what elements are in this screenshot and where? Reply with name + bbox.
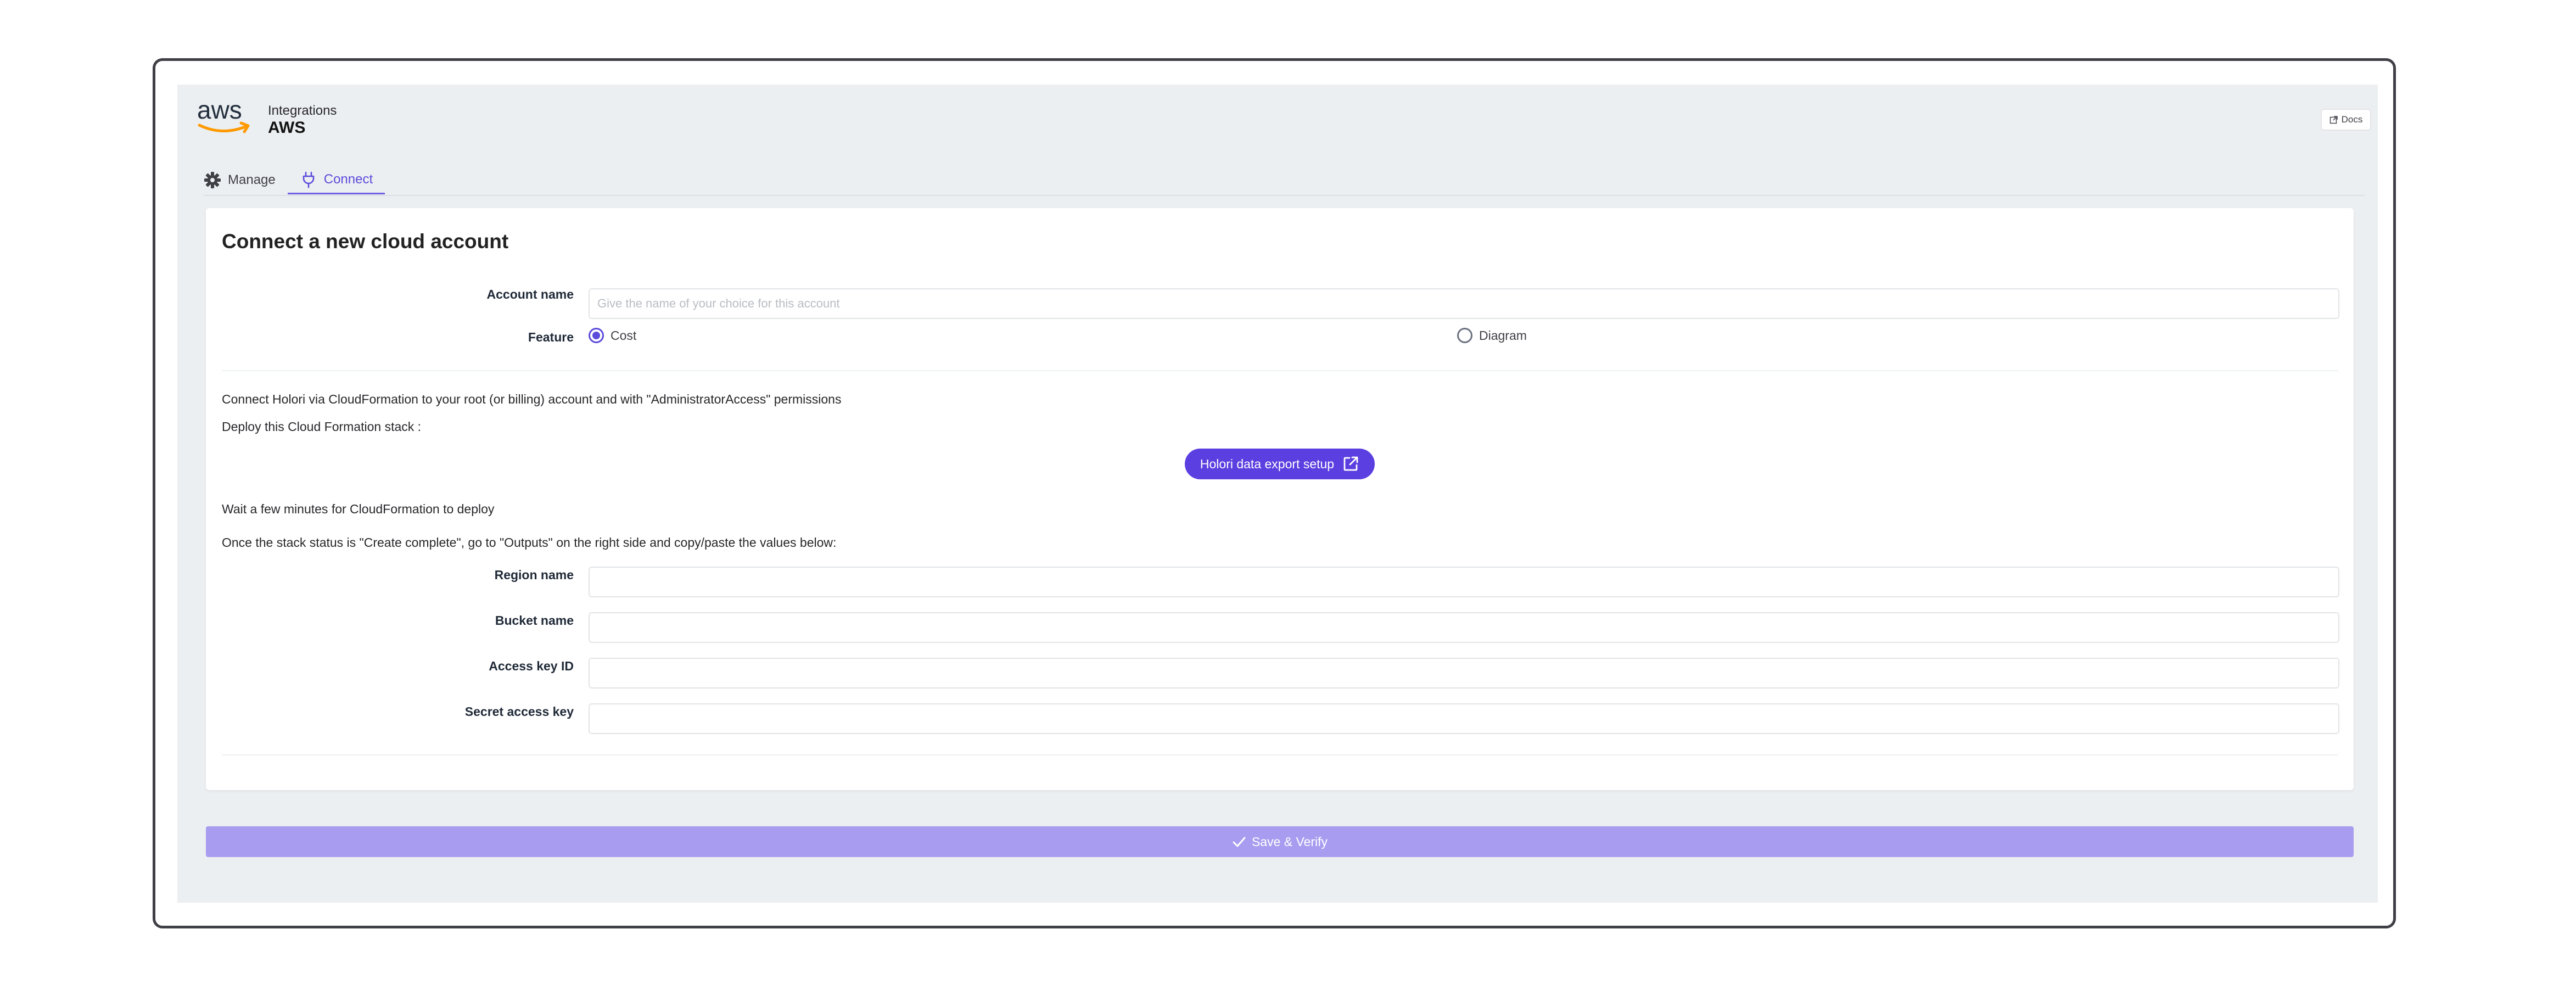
aws-logo-text: aws xyxy=(197,97,242,124)
bucket-name-label: Bucket name xyxy=(495,613,574,628)
data-export-setup-button[interactable]: Holori data export setup xyxy=(1185,449,1375,479)
secret-access-key-input[interactable] xyxy=(589,703,2339,734)
tab-connect[interactable]: Connect xyxy=(287,166,385,194)
bucket-name-input[interactable] xyxy=(589,612,2339,643)
access-key-id-label: Access key ID xyxy=(489,659,574,673)
section-divider xyxy=(222,754,2338,755)
tab-manage-label: Manage xyxy=(228,172,276,187)
docs-button[interactable]: Docs xyxy=(2321,109,2371,131)
feature-label: Feature xyxy=(528,330,574,344)
radio-circle xyxy=(1457,328,1472,343)
tab-connect-label: Connect xyxy=(323,171,373,187)
data-export-setup-label: Holori data export setup xyxy=(1200,456,1335,471)
external-link-icon xyxy=(2329,116,2338,124)
section-divider xyxy=(222,370,2338,371)
region-name-input[interactable] xyxy=(589,567,2339,597)
feature-radio-diagram-label: Diagram xyxy=(1479,328,1527,343)
feature-radio-cost[interactable]: Cost xyxy=(589,328,636,343)
connect-account-card: Connect a new cloud account Account name… xyxy=(206,208,2354,790)
instruction-wait: Wait a few minutes for CloudFormation to… xyxy=(222,502,495,516)
tabs-divider xyxy=(204,195,2365,196)
instruction-outputs: Once the stack status is "Create complet… xyxy=(222,535,837,550)
page-title: AWS xyxy=(268,119,306,137)
feature-radio-diagram[interactable]: Diagram xyxy=(1457,328,1527,343)
card-title: Connect a new cloud account xyxy=(222,230,509,253)
save-verify-label: Save & Verify xyxy=(1251,834,1328,849)
check-icon xyxy=(1233,837,1246,847)
external-link-icon xyxy=(1343,456,1358,471)
access-key-id-input[interactable] xyxy=(589,658,2339,689)
instruction-connect: Connect Holori via CloudFormation to you… xyxy=(222,392,842,406)
app-container: aws Integrations AWS Docs Manage Connect… xyxy=(177,85,2378,903)
region-name-label: Region name xyxy=(494,568,574,582)
tab-manage[interactable]: Manage xyxy=(204,166,288,194)
plug-icon xyxy=(303,171,315,188)
feature-radio-cost-label: Cost xyxy=(611,328,637,343)
instruction-deploy: Deploy this Cloud Formation stack : xyxy=(222,419,422,434)
account-name-label: Account name xyxy=(486,287,574,301)
radio-circle xyxy=(589,328,604,343)
aws-logo: aws xyxy=(196,96,253,136)
account-name-input[interactable] xyxy=(589,288,2339,319)
save-verify-button[interactable]: Save & Verify xyxy=(206,826,2354,857)
docs-label: Docs xyxy=(2341,114,2363,125)
tab-bar: Manage Connect xyxy=(204,166,385,194)
secret-access-key-label: Secret access key xyxy=(464,704,574,719)
gear-icon xyxy=(204,172,221,188)
breadcrumb: Integrations xyxy=(268,103,337,118)
